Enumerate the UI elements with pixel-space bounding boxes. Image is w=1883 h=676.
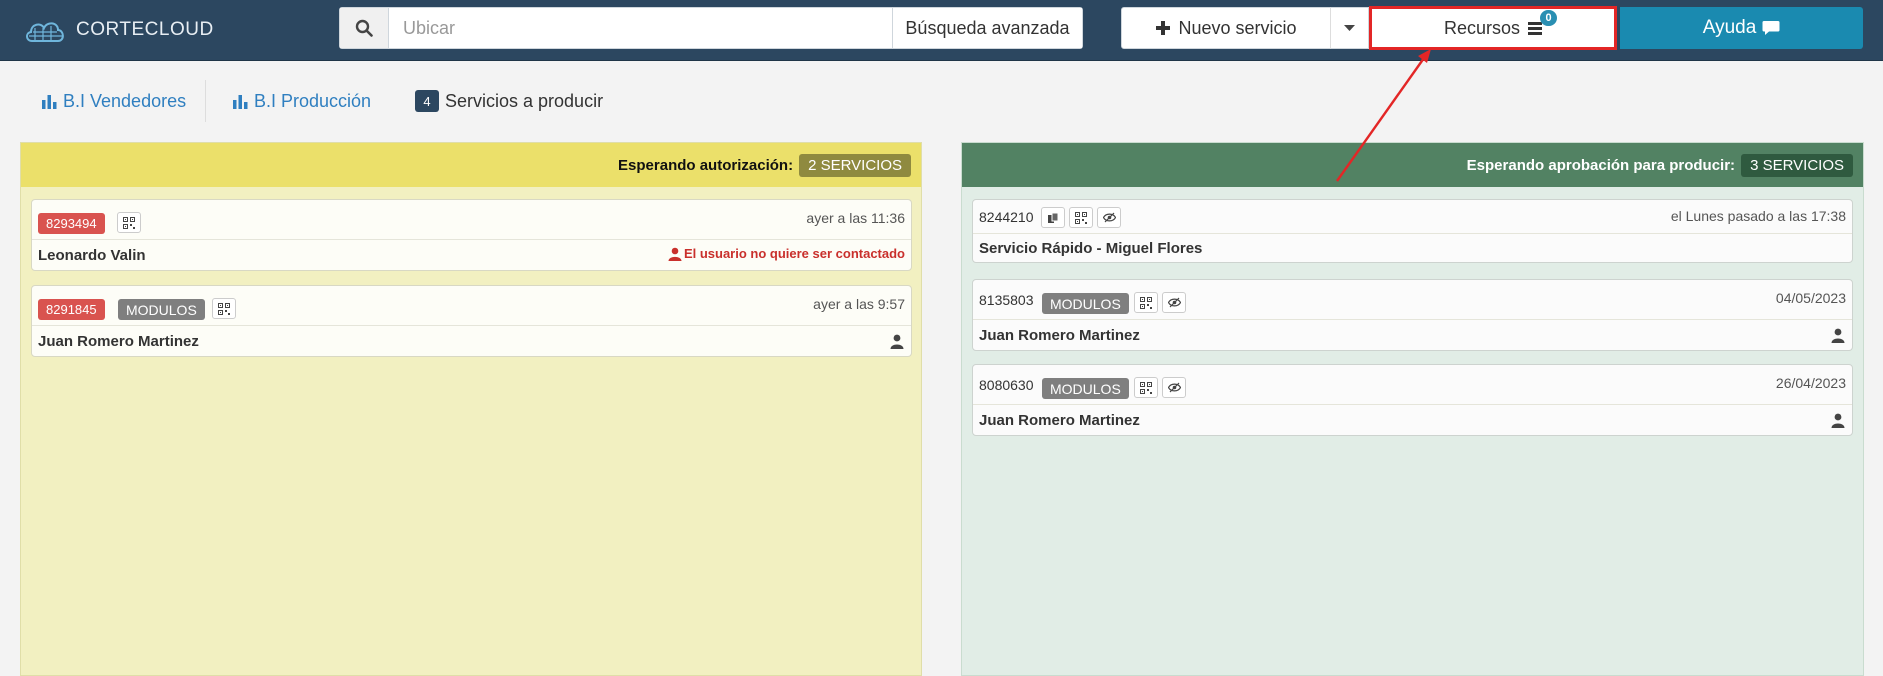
- qr-code-icon: [1140, 296, 1152, 309]
- resources-button[interactable]: Recursos: [1369, 6, 1617, 50]
- list-icon: [1528, 21, 1543, 35]
- service-tag: MODULOS: [1042, 293, 1129, 314]
- qr-code-icon: [218, 302, 230, 315]
- nav-bi-sellers-label: B.I Vendedores: [63, 90, 187, 111]
- client-name: Leonardo Valin: [38, 247, 146, 264]
- user-icon: [668, 247, 682, 261]
- hide-button[interactable]: [1162, 377, 1186, 398]
- caret-down-icon: [1344, 25, 1355, 31]
- qr-code-icon: [1140, 381, 1152, 394]
- service-card[interactable]: 8293494 ayer a las 11:36 Leonardo Valin …: [31, 199, 912, 271]
- service-id[interactable]: 8244210: [979, 209, 1034, 225]
- column-header: Esperando aprobación para producir: 3 SE…: [962, 143, 1863, 187]
- new-service-button[interactable]: Nuevo servicio: [1121, 7, 1331, 49]
- eye-slash-icon: [1102, 212, 1116, 223]
- eye-slash-icon: [1167, 297, 1181, 308]
- client-name: Juan Romero Martinez: [979, 327, 1140, 344]
- resources-label: Recursos: [1443, 17, 1521, 38]
- column-count-badge: 2 SERVICIOS: [799, 153, 911, 177]
- documents-button[interactable]: [1041, 207, 1065, 228]
- client-name: Juan Romero Martinez: [979, 412, 1140, 429]
- bar-chart-icon: [42, 94, 57, 109]
- client-name: Servicio Rápido - Miguel Flores: [979, 240, 1203, 257]
- column-pending-authorization: Esperando autorización: 2 SERVICIOS 8293…: [20, 142, 922, 676]
- service-card[interactable]: 8244210 el Lunes pasado a las 17:38 Serv…: [972, 199, 1853, 263]
- top-bar: CORTECLOUD Búsqueda avanzada Nuevo servi…: [0, 0, 1883, 61]
- nav-bi-sellers[interactable]: B.I Vendedores: [42, 80, 186, 122]
- no-contact-warning: El usuario no quiere ser contactado: [668, 246, 905, 261]
- user-icon: [1831, 413, 1845, 428]
- service-time: el Lunes pasado a las 17:38: [1670, 208, 1846, 224]
- service-id-badge[interactable]: 8293494: [38, 213, 105, 234]
- nav-divider: [205, 80, 206, 122]
- secondary-nav: B.I Vendedores B.I Producción 4 Servicio…: [0, 80, 700, 122]
- user-icon: [1831, 328, 1845, 343]
- service-time: ayer a las 9:57: [813, 296, 905, 312]
- nav-services-to-produce-label: Servicios a producir: [445, 90, 604, 111]
- column-title: Esperando aprobación para producir:: [1466, 156, 1736, 174]
- documents-icon: [1048, 212, 1059, 223]
- column-header: Esperando autorización: 2 SERVICIOS: [21, 143, 921, 187]
- eye-slash-icon: [1167, 382, 1181, 393]
- nav-bi-production-label: B.I Producción: [254, 90, 372, 111]
- resources-count-badge: 0: [1540, 10, 1557, 26]
- hide-button[interactable]: [1162, 292, 1186, 313]
- brand-logo[interactable]: CORTECLOUD: [24, 14, 214, 46]
- column-count-badge: 3 SERVICIOS: [1741, 153, 1853, 177]
- service-tag: MODULOS: [1042, 378, 1129, 399]
- nav-services-to-produce[interactable]: 4 Servicios a producir: [415, 80, 603, 122]
- qr-code-button[interactable]: [117, 212, 141, 233]
- help-label: Ayuda: [1702, 17, 1757, 38]
- service-time: 04/05/2023: [1775, 290, 1846, 306]
- chat-icon: [1762, 21, 1780, 35]
- qr-code-icon: [1075, 211, 1087, 224]
- brand-name: CORTECLOUD: [76, 19, 214, 40]
- service-id[interactable]: 8135803: [979, 292, 1034, 308]
- client-name: Juan Romero Martinez: [38, 333, 199, 350]
- contact-user-icon[interactable]: [890, 334, 904, 354]
- service-tag: MODULOS: [118, 299, 205, 320]
- search-bar: Búsqueda avanzada: [339, 7, 1083, 49]
- service-card[interactable]: 8291845 MODULOS ayer a las 9:57 Juan Rom…: [31, 285, 912, 357]
- qr-code-icon: [123, 216, 135, 229]
- service-time: ayer a las 11:36: [806, 210, 905, 226]
- help-button[interactable]: Ayuda: [1620, 7, 1863, 49]
- service-id-badge[interactable]: 8291845: [38, 299, 105, 320]
- advanced-search-button[interactable]: Búsqueda avanzada: [892, 8, 1082, 48]
- service-card[interactable]: 8080630 MODULOS 26/04/2023 Juan Romero M…: [972, 364, 1853, 436]
- contact-user-icon[interactable]: [1831, 328, 1845, 348]
- plus-icon: [1156, 21, 1171, 35]
- search-button[interactable]: [340, 8, 389, 48]
- cloud-logo-icon: [26, 22, 64, 42]
- user-icon: [890, 334, 904, 349]
- qr-code-button[interactable]: [1134, 292, 1158, 313]
- services-count-badge: 4: [415, 90, 439, 112]
- bar-chart-icon: [233, 94, 248, 109]
- qr-code-button[interactable]: [212, 298, 236, 319]
- service-time: 26/04/2023: [1775, 375, 1846, 391]
- search-input[interactable]: [389, 8, 892, 48]
- service-card[interactable]: 8135803 MODULOS 04/05/2023 Juan Romero M…: [972, 279, 1853, 351]
- search-icon: [355, 19, 373, 37]
- new-service-dropdown-toggle[interactable]: [1330, 7, 1369, 49]
- column-title: Esperando autorización:: [618, 156, 794, 174]
- column-pending-approval: Esperando aprobación para producir: 3 SE…: [961, 142, 1864, 676]
- nav-bi-production[interactable]: B.I Producción: [233, 80, 371, 122]
- new-service-label: Nuevo servicio: [1178, 17, 1297, 38]
- hide-button[interactable]: [1097, 207, 1121, 228]
- no-contact-warning-text: El usuario no quiere ser contactado: [683, 246, 905, 261]
- qr-code-button[interactable]: [1134, 377, 1158, 398]
- contact-user-icon[interactable]: [1831, 413, 1845, 433]
- service-id[interactable]: 8080630: [979, 377, 1034, 393]
- qr-code-button[interactable]: [1069, 207, 1093, 228]
